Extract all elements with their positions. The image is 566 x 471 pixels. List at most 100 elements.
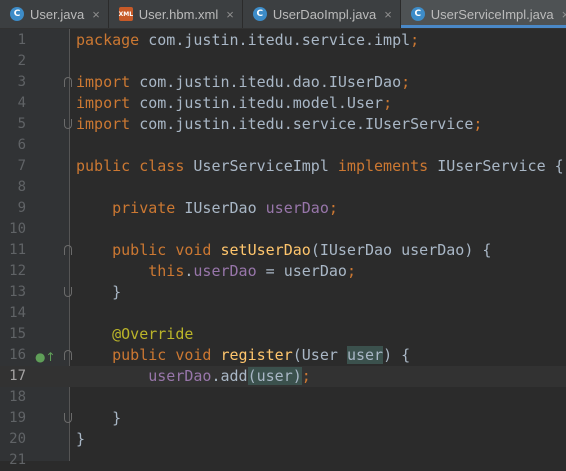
editor-tab[interactable]: C UserDaoImpl.java × [243,0,401,28]
annotation-token: @Override [112,325,194,343]
code-token: UserServiceImpl [184,157,338,175]
code-text: public class UserServiceImpl implements … [76,156,564,177]
code-line[interactable]: 5 import com.justin.itedu.service.IUserSe… [0,114,566,135]
code-line[interactable]: 3 import com.justin.itedu.dao.IUserDao; [0,72,566,93]
xml-file-icon: XML [119,7,133,21]
fold-end-icon[interactable] [64,287,72,297]
keyword-token: import [76,115,131,133]
code-token: } [76,430,86,448]
fold-end-icon[interactable] [64,413,72,423]
fold-start-icon[interactable] [64,245,72,255]
close-tab-icon[interactable]: × [562,7,566,22]
keyword-token: public void [112,241,212,259]
line-number: 4 [17,95,26,111]
line-number: 13 [9,284,26,300]
code-text: @Override [76,324,193,345]
line-number: 17 [9,368,26,384]
tab-label: User.hbm.xml [138,6,219,22]
code-text: import com.justin.itedu.dao.IUserDao; [76,72,410,93]
line-number: 12 [9,263,26,279]
implementing-method-icon[interactable]: ●↑ [35,347,56,368]
code-text: public void setUserDao(IUserDao userDao)… [76,240,491,261]
close-tab-icon[interactable]: × [92,7,100,22]
code-text: userDao.add(user); [76,366,311,387]
code-line[interactable]: 11 public void setUserDao(IUserDao userD… [0,240,566,261]
code-text: import com.justin.itedu.model.User; [76,93,392,114]
code-line[interactable]: 16 ●↑ public void register(User user) { [0,345,566,366]
code-line[interactable]: 1 package com.justin.itedu.service.impl; [0,30,566,51]
highlighted-token: user [256,367,293,385]
editor-tab[interactable]: C User.java × [0,0,109,28]
line-number: 1 [17,32,26,48]
line-number: 20 [9,431,26,447]
code-line[interactable]: 15 @Override [0,324,566,345]
code-line[interactable]: 6 [0,135,566,156]
field-token: userDao [193,262,257,280]
code-line[interactable]: 2 [0,51,566,72]
method-token: register [220,346,293,364]
line-number: 11 [9,242,26,258]
code-line[interactable]: 14 [0,303,566,324]
code-line[interactable]: 10 [0,219,566,240]
code-token: com.justin.itedu.service.IUserService [130,115,474,133]
keyword-token: public void [112,346,212,364]
code-token: IUserService { [428,157,564,175]
line-number: 14 [9,305,26,321]
keyword-token: package [76,31,140,49]
code-token: com.justin.itedu.service.impl [139,31,411,49]
fold-end-icon[interactable] [64,119,72,129]
keyword-token: implements [337,157,429,175]
class-icon: C [10,7,24,21]
code-line[interactable]: 20} [0,429,566,450]
code-text: private IUserDao userDao; [76,198,338,219]
line-number: 15 [9,326,26,342]
code-text: } [76,429,85,450]
line-number: 18 [9,389,26,405]
code-line[interactable]: 7 public class UserServiceImpl implements… [0,156,566,177]
keyword-token: ; [328,199,338,217]
code-token: (IUserDao userDao) { [310,241,492,259]
code-text: } [76,408,121,429]
class-icon: C [252,7,267,21]
class-icon: C [410,7,425,21]
tab-label: User.java [30,6,85,22]
tab-label: UserServiceImpl.java [430,6,554,22]
keyword-token: import [76,94,131,112]
code-text: this.userDao = userDao; [76,261,356,282]
line-number: 10 [9,221,26,237]
code-token: } [76,283,122,301]
field-token: userDao [265,199,329,217]
keyword-token: ; [383,94,393,112]
line-number: 5 [17,116,26,132]
code-token: IUserDao [175,199,266,217]
code-editor[interactable]: 1 package com.justin.itedu.service.impl; 2… [0,29,566,468]
fold-start-icon[interactable] [64,77,72,87]
code-line[interactable]: 12 this.userDao = userDao; [0,261,566,282]
keyword-token: ; [301,367,311,385]
code-line[interactable]: 13 } [0,282,566,303]
keyword-token: ; [401,73,411,91]
editor-tab[interactable]: XML User.hbm.xml × [109,0,243,28]
line-number: 16 [9,347,26,363]
code-token: .add [211,367,248,385]
line-number: 19 [9,410,26,426]
code-line[interactable]: 18 [0,387,566,408]
code-line[interactable]: 8 [0,177,566,198]
close-tab-icon[interactable]: × [384,7,392,22]
code-line[interactable]: 4 import com.justin.itedu.model.User; [0,93,566,114]
code-line[interactable]: 17 userDao.add(user); [0,366,566,387]
close-tab-icon[interactable]: × [226,7,234,22]
line-number: 7 [17,158,26,174]
code-line[interactable]: 9 private IUserDao userDao; [0,198,566,219]
keyword-token: ; [473,115,483,133]
code-line[interactable]: 19 } [0,408,566,429]
editor-tab[interactable]: C UserServiceImpl.java × [400,0,566,28]
keyword-token: private [112,199,176,217]
fold-start-icon[interactable] [64,350,72,360]
